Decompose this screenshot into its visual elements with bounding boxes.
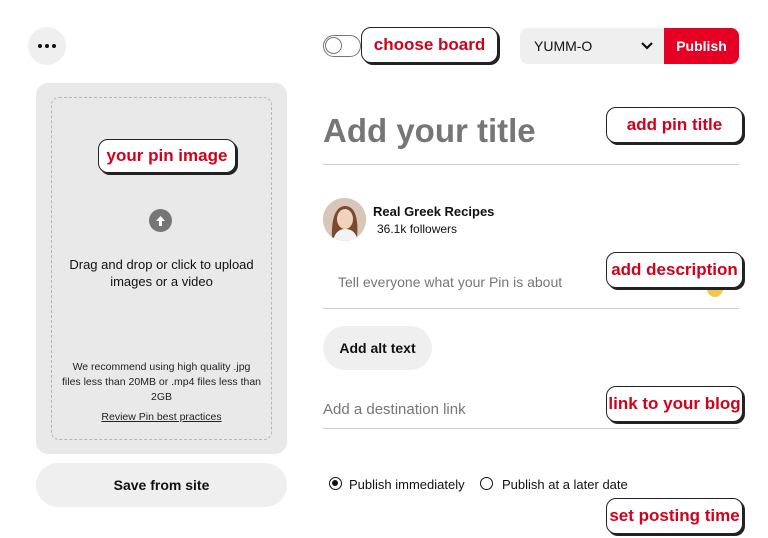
title-divider: [323, 164, 739, 165]
add-alt-text-button[interactable]: Add alt text: [323, 326, 432, 370]
annotation-choose-board: choose board: [361, 27, 498, 63]
avatar: [323, 198, 366, 241]
description-divider: [323, 308, 739, 309]
destination-link-input[interactable]: Add a destination link: [323, 401, 466, 418]
publish-button[interactable]: Publish: [664, 28, 739, 64]
annotation-link-to-blog: link to your blog: [606, 386, 743, 422]
ellipsis-icon: [38, 44, 42, 48]
publish-immediately-label[interactable]: Publish immediately: [349, 477, 465, 492]
profile-name: Real Greek Recipes: [373, 204, 495, 219]
chevron-down-icon: [641, 42, 653, 50]
link-divider: [323, 428, 739, 429]
annotation-set-posting-time: set posting time: [606, 498, 743, 534]
publish-later-radio[interactable]: [480, 477, 493, 490]
description-input[interactable]: Tell everyone what your Pin is about: [338, 274, 562, 290]
save-from-site-button[interactable]: Save from site: [36, 463, 287, 507]
ellipsis-dot: [52, 44, 56, 48]
upload-instruction: Drag and drop or click to upload images …: [69, 257, 254, 289]
upload-arrow-icon: [149, 209, 172, 232]
toggle-knob: [325, 37, 342, 54]
upload-recommendation: We recommend using high quality .jpg fil…: [62, 361, 262, 403]
annotation-your-pin-image: your pin image: [98, 139, 236, 173]
board-toggle[interactable]: [323, 35, 361, 57]
profile-followers: 36.1k followers: [377, 222, 458, 236]
annotation-add-pin-title: add pin title: [606, 107, 743, 143]
annotation-add-description: add description: [606, 252, 743, 288]
publish-immediately-radio[interactable]: [329, 477, 342, 490]
publish-later-label[interactable]: Publish at a later date: [502, 477, 628, 492]
review-best-practices-link[interactable]: Review Pin best practices: [54, 411, 269, 423]
more-options-button[interactable]: [28, 27, 66, 65]
board-select-value: YUMM-O: [534, 38, 593, 54]
board-select[interactable]: YUMM-O: [520, 28, 665, 64]
ellipsis-dot: [45, 44, 49, 48]
